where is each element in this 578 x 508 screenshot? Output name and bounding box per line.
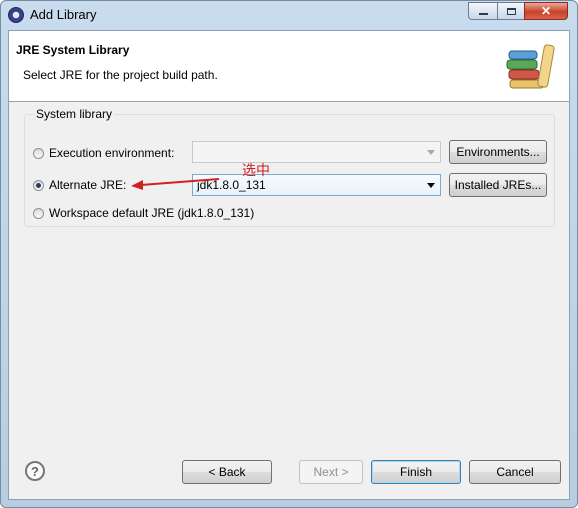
dialog-body: JRE System Library Select JRE for the pr… (8, 30, 570, 500)
annotation-arrow-icon (131, 178, 220, 190)
back-button[interactable]: < Back (182, 460, 272, 484)
add-library-dialog: Add Library ✕ JRE System Library Select … (0, 0, 578, 508)
maximize-button[interactable] (497, 2, 525, 20)
window-title: Add Library (30, 7, 97, 22)
title-bar[interactable]: Add Library ✕ (1, 1, 577, 29)
maximize-icon (506, 7, 516, 15)
next-button[interactable]: Next > (299, 460, 363, 484)
help-icon[interactable]: ? (25, 461, 45, 481)
close-icon: ✕ (540, 4, 552, 18)
close-button[interactable]: ✕ (524, 2, 568, 20)
minimize-icon (478, 13, 488, 15)
eclipse-icon (8, 7, 24, 23)
finish-button[interactable]: Finish (371, 460, 461, 484)
cancel-button[interactable]: Cancel (469, 460, 561, 484)
minimize-button[interactable] (468, 2, 498, 20)
